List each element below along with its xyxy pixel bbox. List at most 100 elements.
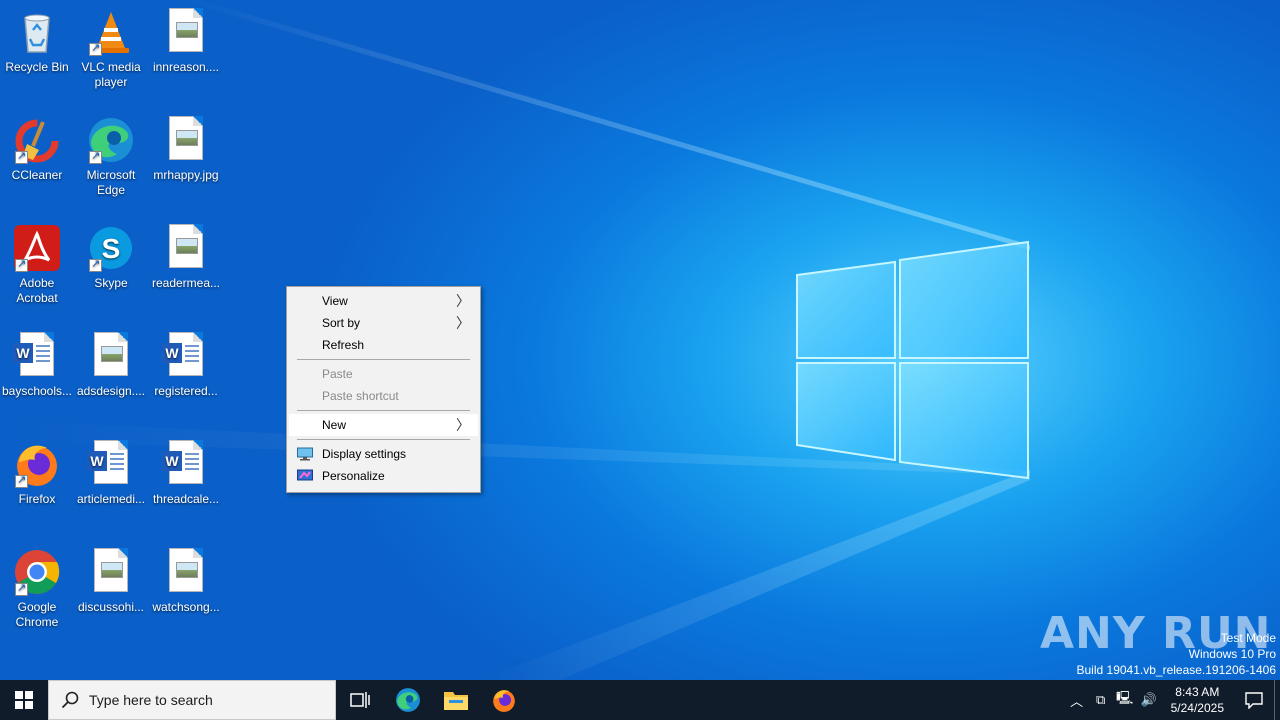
menu-separator (297, 410, 470, 411)
menu-item-paste: Paste (289, 363, 478, 385)
chevron-right-icon: 〉 (456, 315, 470, 331)
desktop-icon-word-doc[interactable]: W bayschools... (0, 326, 74, 399)
menu-item-label: Personalize (322, 469, 385, 483)
menu-item-view[interactable]: View 〉 (289, 290, 478, 312)
menu-separator (297, 359, 470, 360)
notification-icon (1245, 692, 1263, 709)
desktop-icon-file[interactable]: watchsong... (149, 542, 223, 615)
desktop-icon-label: Microsoft Edge (86, 168, 136, 197)
edge-icon (87, 116, 135, 164)
menu-separator (297, 439, 470, 440)
image-file-icon (87, 548, 135, 596)
word-doc-icon: W (162, 332, 210, 380)
windows-start-icon (15, 691, 33, 709)
desktop-icon-word-doc[interactable]: W threadcale... (149, 434, 223, 507)
task-view-icon (350, 692, 370, 708)
desktop-icon-label: VLC media player (81, 60, 141, 89)
edge-icon (396, 688, 420, 712)
image-file-icon (162, 8, 210, 56)
action-center-button[interactable] (1234, 680, 1274, 720)
word-doc-icon: W (13, 332, 61, 380)
desktop-icon-file[interactable]: discussohi... (74, 542, 148, 615)
image-file-icon (87, 332, 135, 380)
taskbar-file-explorer-button[interactable] (432, 680, 480, 720)
desktop-icon-word-doc[interactable]: W articlemedi... (74, 434, 148, 507)
shortcut-arrow-icon (15, 473, 28, 488)
desktop-icon-ccleaner[interactable]: CCleaner (0, 110, 74, 183)
desktop-icon-label: readermea... (151, 276, 221, 290)
menu-item-sort-by[interactable]: Sort by 〉 (289, 312, 478, 334)
task-view-button[interactable] (336, 680, 384, 720)
desktop-icon-recycle-bin[interactable]: Recycle Bin (0, 2, 74, 75)
desktop-icon-acrobat[interactable]: Adobe Acrobat (0, 218, 74, 306)
network-icon[interactable]: 🖳 (1113, 689, 1137, 711)
taskbar-search-box[interactable]: Type here to search (48, 680, 336, 720)
taskbar-edge-button[interactable] (384, 680, 432, 720)
shortcut-arrow-icon (89, 257, 102, 272)
word-doc-icon: W (87, 440, 135, 488)
volume-icon[interactable]: 🔊 (1137, 692, 1161, 708)
desktop-icon-label: articlemedi... (76, 492, 146, 506)
desktop-icon-word-doc[interactable]: W registered... (149, 326, 223, 399)
menu-item-label: Sort by (322, 316, 361, 330)
menu-item-display-settings[interactable]: Display settings (289, 443, 478, 465)
desktop-icon-file[interactable]: readermea... (149, 218, 223, 291)
chevron-right-icon: 〉 (456, 293, 470, 309)
recycle-bin-icon (13, 8, 61, 56)
menu-item-paste-shortcut: Paste shortcut (289, 385, 478, 407)
clock-time: 8:43 AM (1175, 685, 1220, 699)
personalize-icon (297, 469, 313, 481)
taskbar: Type here to search ︿ ⧉ 🖳 🔊 8:43 AM 5/24… (0, 680, 1280, 720)
desktop-icon-label: discussohi... (77, 600, 145, 614)
desktop-icon-firefox[interactable]: Firefox (0, 434, 74, 507)
word-doc-icon: W (162, 440, 210, 488)
desktop-icon-file[interactable]: adsdesign.... (74, 326, 148, 399)
desktop-icon-label: CCleaner (11, 168, 63, 182)
desktop-icon-label: watchsong... (152, 600, 220, 614)
chevron-up-icon[interactable]: ︿ (1065, 691, 1089, 710)
ccleaner-icon (13, 116, 61, 164)
chevron-right-icon: 〉 (456, 417, 470, 433)
shortcut-arrow-icon (89, 41, 102, 56)
desktop-icon-chrome[interactable]: Google Chrome (0, 542, 74, 630)
desktop-icon-vlc[interactable]: VLC media player (74, 2, 148, 90)
clock-date: 5/24/2025 (1170, 701, 1224, 715)
watermark-line: Test Mode (1220, 631, 1276, 645)
menu-item-label: Display settings (322, 447, 407, 461)
clock[interactable]: 8:43 AM 5/24/2025 (1161, 684, 1234, 716)
desktop-icon-skype[interactable]: S Skype (74, 218, 148, 291)
desktop-icon-edge[interactable]: Microsoft Edge (74, 110, 148, 198)
firefox-icon (493, 690, 515, 712)
menu-item-label: Paste shortcut (322, 389, 399, 403)
folder-icon (444, 692, 468, 710)
watermark-line: Windows 10 Pro (1188, 647, 1276, 661)
menu-item-new[interactable]: New 〉 (289, 414, 478, 436)
desktop-icon-label: bayschools... (1, 384, 73, 398)
watermark-line: Build 19041.vb_release.191206-1406 (1076, 663, 1277, 677)
show-desktop-button[interactable] (1274, 680, 1280, 720)
desktop-icon-label: mrhappy.jpg (153, 168, 219, 182)
start-button[interactable] (0, 680, 48, 720)
image-file-icon (162, 548, 210, 596)
acrobat-icon (13, 224, 61, 272)
taskbar-firefox-button[interactable] (480, 680, 528, 720)
svg-text:S: S (102, 233, 121, 264)
desktop-context-menu: View 〉 Sort by 〉 Refresh Paste Paste sho… (286, 286, 481, 493)
shortcut-arrow-icon (89, 149, 102, 164)
test-mode-watermark: Test Mode Windows 10 Pro Build 19041.vb_… (1077, 630, 1277, 678)
desktop-icon-file[interactable]: mrhappy.jpg (149, 110, 223, 183)
menu-item-label: Refresh (322, 338, 365, 352)
vlc-icon (87, 8, 135, 56)
menu-item-refresh[interactable]: Refresh (289, 334, 478, 356)
menu-item-label: New (322, 418, 347, 432)
menu-item-label: View (322, 294, 348, 308)
menu-item-label: Paste (322, 367, 353, 381)
menu-item-personalize[interactable]: Personalize (289, 465, 478, 487)
search-icon (61, 691, 79, 709)
desktop-icon-file[interactable]: innreason.... (149, 2, 223, 75)
image-file-icon (162, 116, 210, 164)
desktop-icon-label: Firefox (18, 492, 56, 506)
tray-app-icon[interactable]: ⧉ (1089, 692, 1113, 708)
desktop-icon-label: registered... (154, 384, 218, 398)
shortcut-arrow-icon (15, 149, 28, 164)
